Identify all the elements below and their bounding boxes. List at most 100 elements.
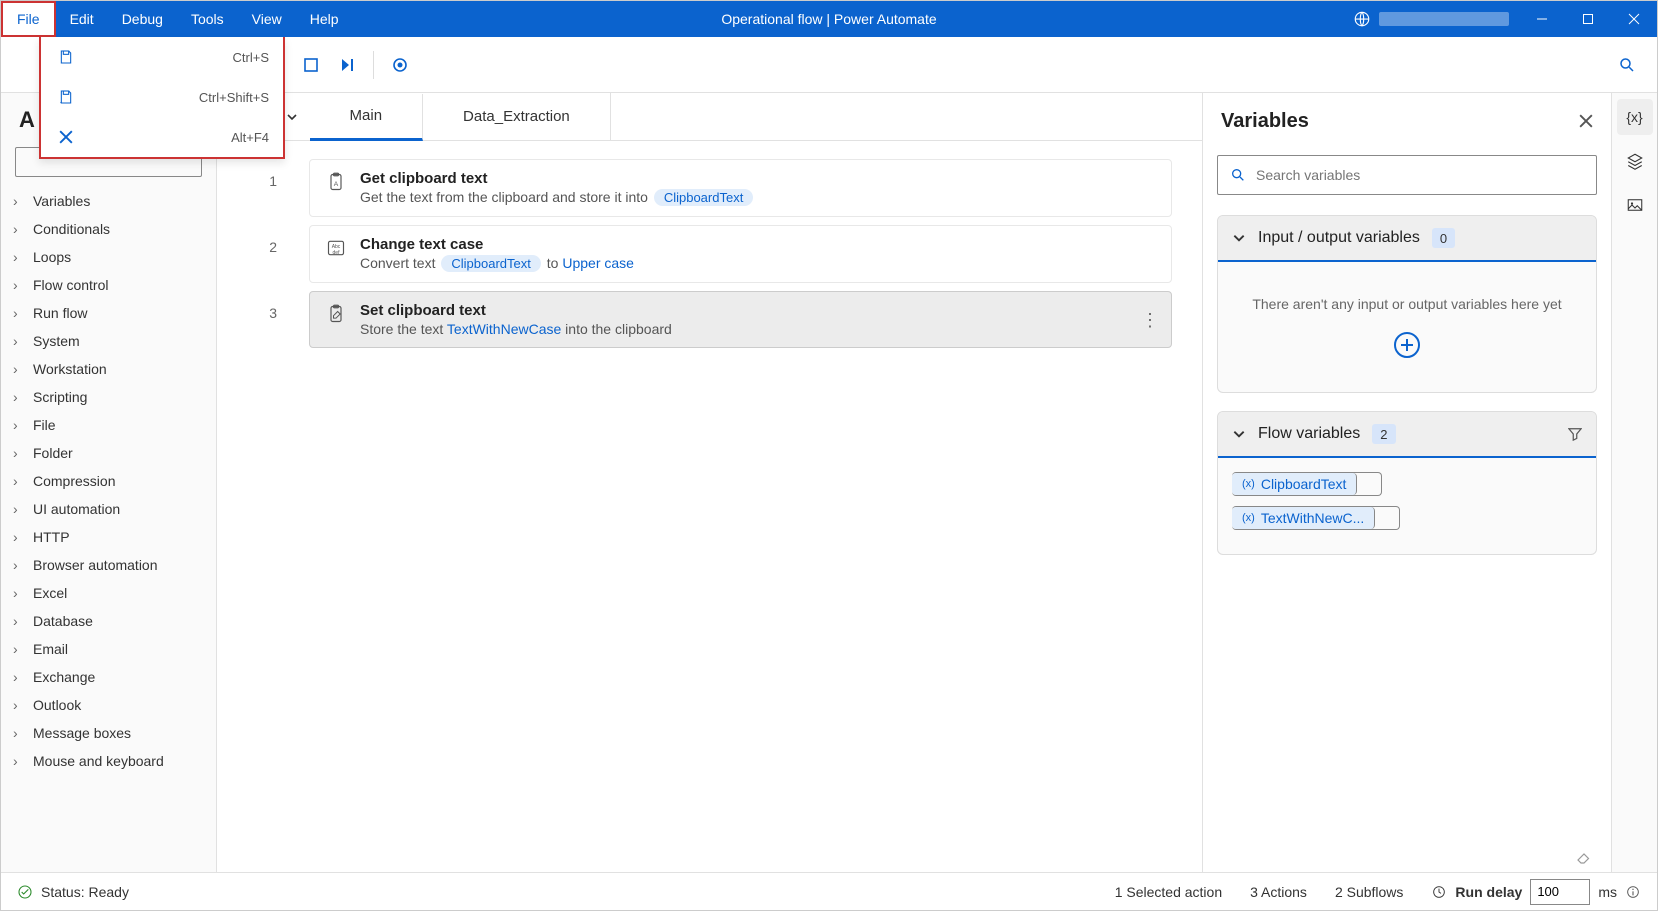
chevron-right-icon: › <box>13 501 27 517</box>
tab-main[interactable]: Main <box>310 94 424 141</box>
sidebar-category-label: HTTP <box>33 529 70 545</box>
recorder-button[interactable] <box>382 47 418 83</box>
variables-panel: Variables Input / output variables 0 The… <box>1203 93 1611 872</box>
menu-help[interactable]: Help <box>296 1 353 37</box>
sidebar-category[interactable]: ›Workstation <box>1 355 216 383</box>
close-variables-button[interactable] <box>1579 114 1593 128</box>
file-menu-exit[interactable]: Exit Alt+F4 <box>41 117 283 157</box>
menu-tools[interactable]: Tools <box>177 1 238 37</box>
file-menu-save-as[interactable]: Save as ... Ctrl+Shift+S <box>41 77 283 117</box>
window-minimize-button[interactable] <box>1519 1 1565 37</box>
sidebar-category[interactable]: ›UI automation <box>1 495 216 523</box>
sidebar-category-label: Database <box>33 613 93 629</box>
value-link[interactable]: TextWithNewCase <box>447 321 561 337</box>
step-card[interactable]: Set clipboard textStore the text TextWit… <box>309 291 1172 348</box>
flow-variables-title: Flow variables <box>1258 425 1360 443</box>
io-variables-count: 0 <box>1432 228 1455 248</box>
sidebar-category[interactable]: ›Variables <box>1 187 216 215</box>
menu-view[interactable]: View <box>238 1 296 37</box>
chevron-down-icon <box>1232 427 1246 441</box>
sidebar-category[interactable]: ›Outlook <box>1 691 216 719</box>
add-io-variable-button[interactable] <box>1394 332 1420 358</box>
sidebar-category-label: Run flow <box>33 305 87 321</box>
search-actions-button[interactable] <box>1609 47 1645 83</box>
status-actions: 3 Actions <box>1250 884 1307 900</box>
menu-edit[interactable]: Edit <box>56 1 108 37</box>
step-title: Set clipboard text <box>360 302 1155 319</box>
flow-variable-row[interactable]: (x) TextWithNewC... <box>1232 506 1400 530</box>
flow-variables-toggle[interactable]: Flow variables 2 <box>1218 412 1596 458</box>
sidebar-category-label: Loops <box>33 249 71 265</box>
chevron-right-icon: › <box>13 725 27 741</box>
environment-indicator[interactable] <box>1343 1 1519 37</box>
flow-canvas: bflows Main Data_Extraction 1AGet clipbo… <box>217 93 1203 872</box>
clear-variables-button[interactable] <box>1203 842 1611 872</box>
tab-data-extraction[interactable]: Data_Extraction <box>423 93 611 140</box>
sidebar-category[interactable]: ›System <box>1 327 216 355</box>
filter-button[interactable] <box>1568 427 1582 441</box>
sidebar-category[interactable]: ›Compression <box>1 467 216 495</box>
sidebar-category[interactable]: › Database <box>1 607 216 635</box>
step-card[interactable]: AbcdefChange text caseConvert text Clipb… <box>309 225 1172 283</box>
record-icon <box>392 57 408 73</box>
chevron-right-icon: › <box>13 473 27 489</box>
variable-chip[interactable]: (x) ClipboardText <box>1232 473 1357 495</box>
window-title: Operational flow | Power Automate <box>721 11 936 27</box>
file-menu-save[interactable]: Save Ctrl+S <box>41 37 283 77</box>
variables-search-input[interactable] <box>1256 167 1584 183</box>
sidebar-category[interactable]: ›Folder <box>1 439 216 467</box>
variables-search[interactable] <box>1217 155 1597 195</box>
rail-images-button[interactable] <box>1617 187 1653 223</box>
run-next-button[interactable] <box>329 47 365 83</box>
step-title: Get clipboard text <box>360 170 1155 187</box>
variable-token[interactable]: ClipboardText <box>441 255 541 272</box>
step-card[interactable]: AGet clipboard textGet the text from the… <box>309 159 1172 217</box>
sidebar-category[interactable]: ›Scripting <box>1 383 216 411</box>
step-icon <box>326 304 346 324</box>
eraser-icon <box>1575 848 1593 866</box>
window-close-button[interactable] <box>1611 1 1657 37</box>
sidebar-category[interactable]: ›Email <box>1 635 216 663</box>
sidebar-category-label: Mouse and keyboard <box>33 753 164 769</box>
sidebar-category[interactable]: ›Conditionals <box>1 215 216 243</box>
value-link[interactable]: Upper case <box>562 255 634 271</box>
sidebar-category[interactable]: ›HTTP <box>1 523 216 551</box>
sidebar-category[interactable]: ›Flow control <box>1 271 216 299</box>
sidebar-category[interactable]: ›Browser automation <box>1 551 216 579</box>
flow-variable-row[interactable]: (x) ClipboardText <box>1232 472 1382 496</box>
file-menu-dropdown: Save Ctrl+S Save as ... Ctrl+Shift+S Exi… <box>39 37 285 159</box>
menu-debug[interactable]: Debug <box>108 1 177 37</box>
run-delay-label: Run delay <box>1455 884 1522 900</box>
sidebar-category[interactable]: ›Excel <box>1 579 216 607</box>
step-icon <box>339 57 355 73</box>
variable-token[interactable]: ClipboardText <box>654 189 754 206</box>
run-delay-input[interactable] <box>1530 879 1590 905</box>
sidebar-category[interactable]: ›Message boxes <box>1 719 216 747</box>
variables-icon: {x} <box>1626 109 1642 125</box>
step-number: 1 <box>247 159 277 189</box>
file-menu-save-as-shortcut: Ctrl+Shift+S <box>199 90 269 105</box>
step-more-button[interactable]: ⋮ <box>1141 311 1159 329</box>
chevron-right-icon: › <box>13 613 27 629</box>
chevron-right-icon: › <box>13 389 27 405</box>
window-maximize-button[interactable] <box>1565 1 1611 37</box>
rail-layers-button[interactable] <box>1617 143 1653 179</box>
chevron-right-icon: › <box>13 445 27 461</box>
sidebar-category[interactable]: ›File <box>1 411 216 439</box>
variable-chip[interactable]: (x) TextWithNewC... <box>1232 507 1375 529</box>
rail-variables-button[interactable]: {x} <box>1617 99 1653 135</box>
sidebar-category-label: Browser automation <box>33 557 158 573</box>
sidebar-category-label: System <box>33 333 80 349</box>
plus-icon <box>1400 338 1414 352</box>
sidebar-category[interactable]: ›Loops <box>1 243 216 271</box>
stop-button[interactable] <box>293 47 329 83</box>
menu-file[interactable]: File <box>1 1 56 37</box>
file-menu-exit-shortcut: Alt+F4 <box>231 130 269 145</box>
sidebar-category[interactable]: ›Mouse and keyboard <box>1 747 216 775</box>
sidebar-category[interactable]: ›Exchange <box>1 663 216 691</box>
io-variables-toggle[interactable]: Input / output variables 0 <box>1218 216 1596 262</box>
step-number: 3 <box>247 291 277 321</box>
step-icon: Abcdef <box>326 238 346 258</box>
sidebar-category-label: Variables <box>33 193 90 209</box>
sidebar-category[interactable]: ›Run flow <box>1 299 216 327</box>
